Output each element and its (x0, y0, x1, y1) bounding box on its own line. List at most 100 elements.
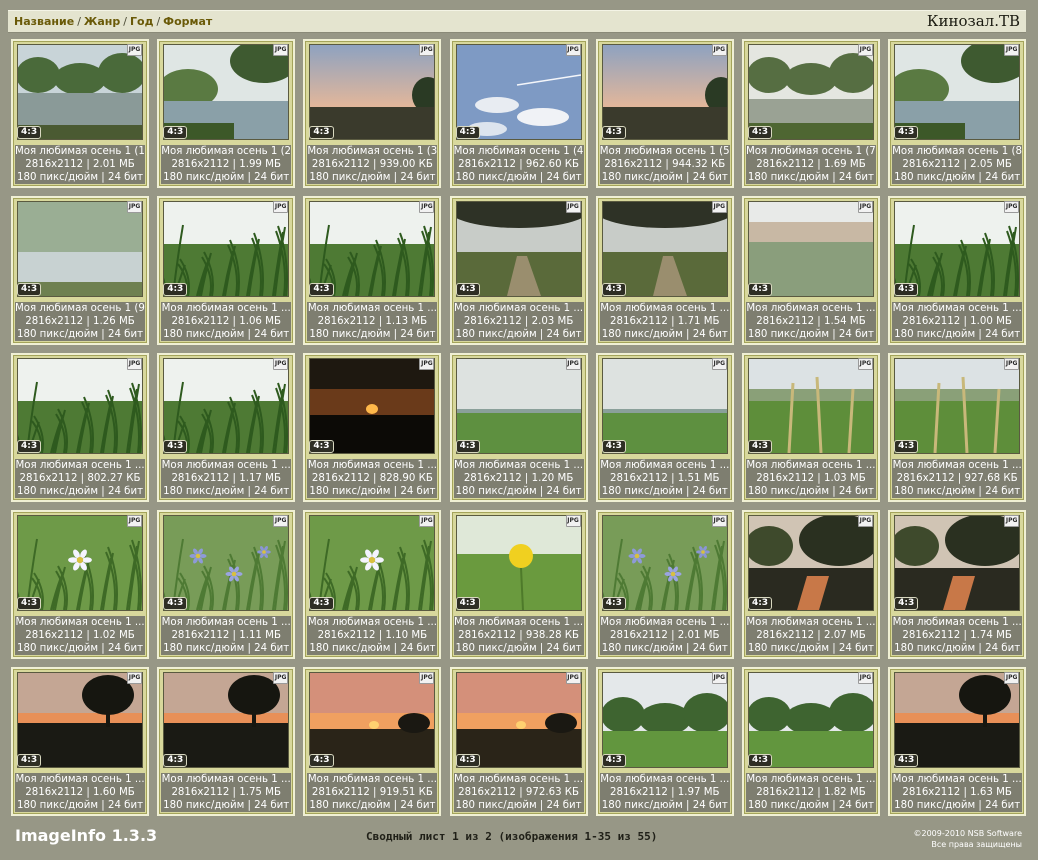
copyright-notice: ©2009-2010 NSB Software Все права защище… (913, 828, 1022, 850)
photo-picture (895, 202, 1020, 296)
thumbnail-card[interactable]: JPG 4:3 Моя любимая осень 1 ... 2816x211… (449, 353, 588, 502)
image-resolution: 180 пикс/дюйм | 24 бит (455, 329, 582, 340)
header-bar: Название / Жанр / Год / Формат Кинозал.ТВ (8, 10, 1026, 33)
thumbnail-grid: JPG 4:3 Моя любимая осень 1 (1) 2816x211… (11, 39, 1027, 816)
file-format-icon: JPG (127, 515, 142, 527)
thumbnail-card[interactable]: JPG 4:3 Моя любимая осень 1 ... 2816x211… (11, 353, 149, 502)
image-title: Моя любимая осень 1 (7) (745, 146, 876, 157)
photo-picture (602, 516, 727, 610)
thumbnail-card[interactable]: JPG 4:3 Моя любимая осень 1 ... 2816x211… (595, 667, 734, 816)
photo-picture (602, 45, 727, 139)
thumbnail-card[interactable]: JPG 4:3 Моя любимая осень 1 (7) 2816x211… (741, 39, 880, 188)
image-title: Моя любимая осень 1 ... (746, 303, 876, 314)
image-dimensions: 2816x2112 | 1.11 МБ (171, 630, 281, 641)
image-info: Моя любимая осень 1 ... 2816x2112 | 1.74… (892, 616, 1023, 655)
breadcrumb-separator: / (156, 15, 161, 28)
thumbnail-card[interactable]: JPG 4:3 Моя любимая осень 1 ... 2816x211… (11, 667, 149, 816)
thumbnail-card[interactable]: JPG 4:3 Моя любимая осень 1 (3) 2816x211… (303, 39, 442, 188)
image-resolution: 180 пикс/дюйм | 24 бит (455, 800, 582, 811)
image-info: Моя любимая осень 1 ... 2816x2112 | 1.51… (599, 459, 730, 498)
photo-picture (748, 202, 873, 296)
thumbnail-card[interactable]: JPG 4:3 Моя любимая осень 1 ... 2816x211… (595, 196, 734, 345)
thumbnail-card[interactable]: JPG 4:3 Моя любимая осень 1 ... 2816x211… (888, 353, 1027, 502)
thumbnail-card[interactable]: JPG 4:3 Моя любимая осень 1 ... 2816x211… (741, 510, 880, 659)
image-dimensions: 2816x2112 | 1.54 МБ (756, 316, 866, 327)
image-dimensions: 2816x2112 | 1.71 МБ (610, 316, 720, 327)
thumbnail-card[interactable]: JPG 4:3 Моя любимая осень 1 ... 2816x211… (741, 196, 880, 345)
thumbnail-card[interactable]: JPG 4:3 Моя любимая осень 1 ... 2816x211… (888, 667, 1027, 816)
thumbnail-card[interactable]: JPG 4:3 Моя любимая осень 1 ... 2816x211… (157, 353, 296, 502)
image-title: Моя любимая осень 1 (3) (307, 146, 438, 157)
image-title: Моя любимая осень 1 ... (161, 617, 291, 628)
thumbnail-card[interactable]: JPG 4:3 Моя любимая осень 1 ... 2816x211… (449, 510, 588, 659)
file-format-icon: JPG (1004, 201, 1020, 213)
thumbnail-card[interactable]: JPG 4:3 Моя любимая осень 1 (2) 2816x211… (157, 39, 296, 188)
file-format-icon: JPG (273, 201, 289, 213)
file-format-icon: JPG (857, 515, 873, 527)
breadcrumb-separator: / (77, 15, 81, 28)
thumbnail-card[interactable]: JPG 4:3 Моя любимая осень 1 ... 2816x211… (303, 196, 442, 345)
thumbnail-card[interactable]: JPG 4:3 Моя любимая осень 1 ... 2816x211… (888, 196, 1027, 345)
breadcrumb-item-title[interactable]: Название (14, 15, 74, 28)
image-info: Моя любимая осень 1 ... 2816x2112 | 1.00… (892, 302, 1023, 341)
image-dimensions: 2816x2112 | 1.10 МБ (317, 630, 428, 641)
thumbnail-card[interactable]: JPG 4:3 Моя любимая осень 1 ... 2816x211… (595, 353, 734, 502)
thumbnail-card[interactable]: JPG 4:3 Моя любимая осень 1 ... 2816x211… (11, 510, 149, 659)
thumbnail-card[interactable]: JPG 4:3 Моя любимая осень 1 (4) 2816x211… (449, 39, 588, 188)
thumbnail-card[interactable]: JPG 4:3 Моя любимая осень 1 ... 2816x211… (888, 510, 1027, 659)
breadcrumb-separator: / (123, 15, 127, 28)
image-info: Моя любимая осень 1 ... 2816x2112 | 927.… (892, 459, 1023, 498)
file-format-icon: JPG (1004, 358, 1020, 370)
image-title: Моя любимая осень 1 ... (307, 774, 437, 785)
image-title: Моя любимая осень 1 ... (746, 460, 876, 471)
thumbnail-card[interactable]: JPG 4:3 Моя любимая осень 1 ... 2816x211… (303, 510, 442, 659)
thumbnail-card[interactable]: JPG 4:3 Моя любимая осень 1 ... 2816x211… (157, 667, 296, 816)
image-info: Моя любимая осень 1 ... 2816x2112 | 1.03… (745, 459, 876, 498)
thumbnail-card[interactable]: JPG 4:3 Моя любимая осень 1 (5) 2816x211… (595, 39, 734, 188)
image-dimensions: 2816x2112 | 828.90 КБ (311, 473, 433, 484)
aspect-ratio-badge: 4:3 (747, 126, 773, 139)
thumbnail-card[interactable]: JPG 4:3 Моя любимая осень 1 ... 2816x211… (303, 353, 442, 502)
thumbnail-card[interactable]: JPG 4:3 Моя любимая осень 1 ... 2816x211… (741, 667, 880, 816)
photo-picture (602, 202, 727, 296)
thumbnail-card[interactable]: JPG 4:3 Моя любимая осень 1 (8) 2816x211… (888, 39, 1027, 188)
image-title: Моя любимая осень 1 (8) (892, 146, 1023, 157)
image-dimensions: 2816x2112 | 1.63 МБ (902, 787, 1012, 798)
file-format-icon: JPG (711, 201, 727, 213)
image-info: Моя любимая осень 1 ... 2816x2112 | 1.82… (745, 773, 876, 812)
aspect-ratio-badge: 4:3 (163, 126, 188, 139)
photo-picture (456, 45, 581, 139)
aspect-ratio-badge: 4:3 (894, 754, 919, 767)
image-resolution: 180 пикс/дюйм | 24 бит (601, 486, 728, 497)
image-dimensions: 2816x2112 | 2.03 МБ (463, 316, 574, 327)
photo-picture (748, 673, 873, 767)
file-format-icon: JPG (565, 44, 581, 56)
thumbnail-card[interactable]: JPG 4:3 Моя любимая осень 1 ... 2816x211… (157, 196, 296, 345)
breadcrumb-item-year[interactable]: Год (130, 15, 153, 28)
image-info: Моя любимая осень 1 ... 2816x2112 | 1.71… (599, 302, 730, 341)
thumbnail-card[interactable]: JPG 4:3 Моя любимая осень 1 (9) 2816x211… (11, 196, 149, 345)
thumbnail-card[interactable]: JPG 4:3 Моя любимая осень 1 ... 2816x211… (449, 196, 588, 345)
breadcrumb-item-genre[interactable]: Жанр (84, 15, 120, 28)
thumbnail-card[interactable]: JPG 4:3 Моя любимая осень 1 ... 2816x211… (157, 510, 296, 659)
breadcrumb-item-format[interactable]: Формат (163, 15, 212, 28)
image-dimensions: 2816x2112 | 1.82 МБ (756, 787, 866, 798)
image-dimensions: 2816x2112 | 2.01 МБ (25, 159, 135, 170)
image-info: Моя любимая осень 1 ... 2816x2112 | 1.97… (599, 773, 730, 812)
thumbnail-card[interactable]: JPG 4:3 Моя любимая осень 1 (1) 2816x211… (11, 39, 149, 188)
thumbnail-card[interactable]: JPG 4:3 Моя любимая осень 1 ... 2816x211… (741, 353, 880, 502)
image-resolution: 180 пикс/дюйм | 24 бит (747, 329, 874, 340)
image-title: Моя любимая осень 1 (5) (599, 146, 730, 157)
thumbnail-card[interactable]: JPG 4:3 Моя любимая осень 1 ... 2816x211… (595, 510, 734, 659)
image-title: Моя любимая осень 1 ... (454, 303, 584, 314)
image-title: Моя любимая осень 1 (9) (15, 303, 145, 314)
image-info: Моя любимая осень 1 ... 2816x2112 | 1.06… (161, 302, 292, 341)
image-info: Моя любимая осень 1 ... 2816x2112 | 1.17… (161, 459, 292, 498)
thumbnail-card[interactable]: JPG 4:3 Моя любимая осень 1 ... 2816x211… (449, 667, 588, 816)
image-dimensions: 2816x2112 | 1.99 МБ (171, 159, 281, 170)
image-title: Моя любимая осень 1 ... (161, 303, 291, 314)
thumbnail-card[interactable]: JPG 4:3 Моя любимая осень 1 ... 2816x211… (303, 667, 442, 816)
photo-picture (895, 45, 1020, 139)
aspect-ratio-badge: 4:3 (747, 597, 773, 610)
image-dimensions: 2816x2112 | 1.13 МБ (317, 316, 428, 327)
